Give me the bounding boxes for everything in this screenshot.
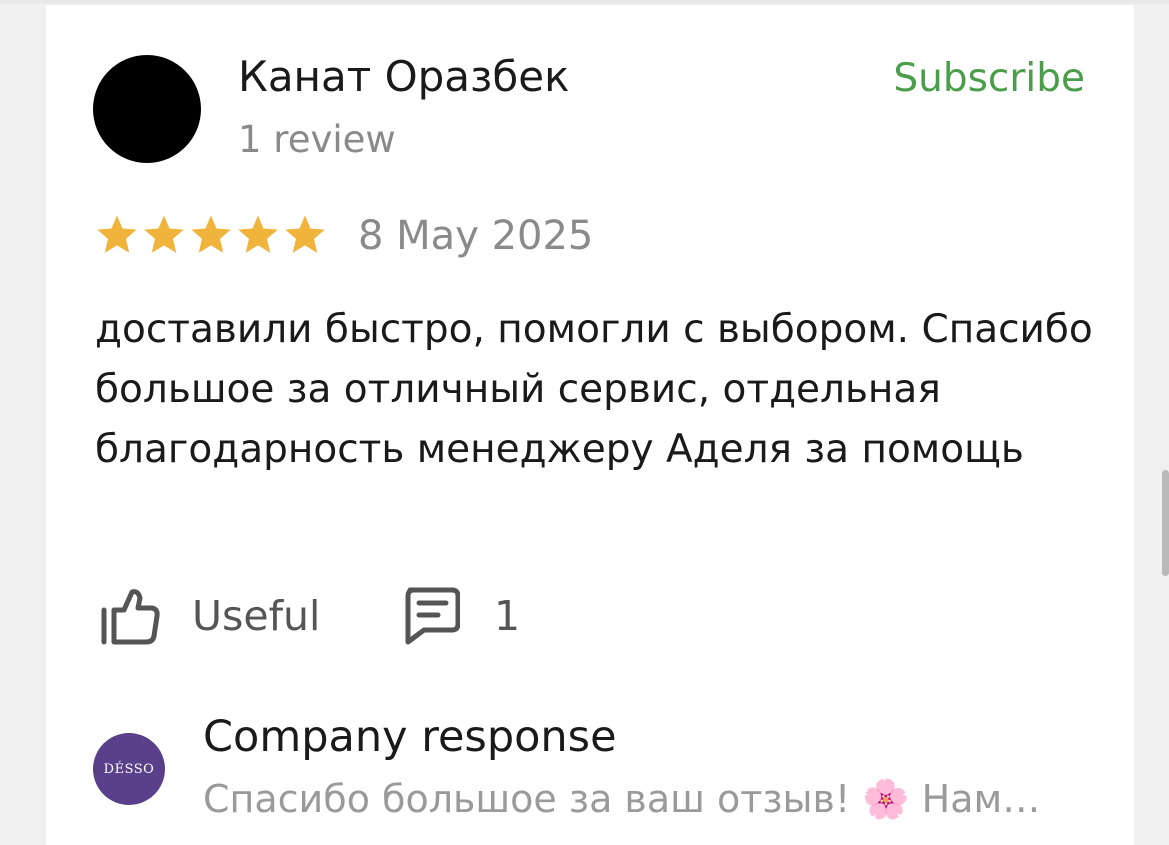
- useful-label: Useful: [192, 592, 321, 640]
- star-icon: [97, 215, 137, 253]
- author-avatar[interactable]: [93, 55, 201, 163]
- star-icon: [144, 215, 184, 253]
- company-response-text[interactable]: Спасибо большое за ваш отзыв! 🌸 Нам…: [203, 777, 1083, 822]
- rating-stars: [94, 212, 328, 258]
- thumbs-up-icon: [101, 589, 160, 645]
- star-icon: [285, 215, 325, 253]
- company-response-title: Company response: [203, 712, 617, 762]
- comment-icon: [405, 587, 460, 645]
- star-icon: [238, 215, 278, 253]
- company-logo: DÉSSO: [93, 733, 165, 805]
- comments-button[interactable]: 1: [402, 586, 520, 646]
- useful-button[interactable]: Useful: [100, 586, 320, 646]
- top-divider: [0, 0, 1169, 4]
- star-icon: [191, 215, 231, 253]
- author-review-count: 1 review: [238, 118, 396, 161]
- author-name[interactable]: Канат Оразбек: [238, 52, 569, 101]
- review-text: доставили быстро, помогли с выбором. Спа…: [95, 307, 1093, 472]
- subscribe-button[interactable]: Subscribe: [893, 56, 1085, 101]
- scrollbar-thumb[interactable]: [1162, 470, 1169, 576]
- review-date: 8 May 2025: [358, 213, 594, 259]
- comments-count: 1: [494, 592, 521, 640]
- company-logo-text: DÉSSO: [103, 761, 155, 777]
